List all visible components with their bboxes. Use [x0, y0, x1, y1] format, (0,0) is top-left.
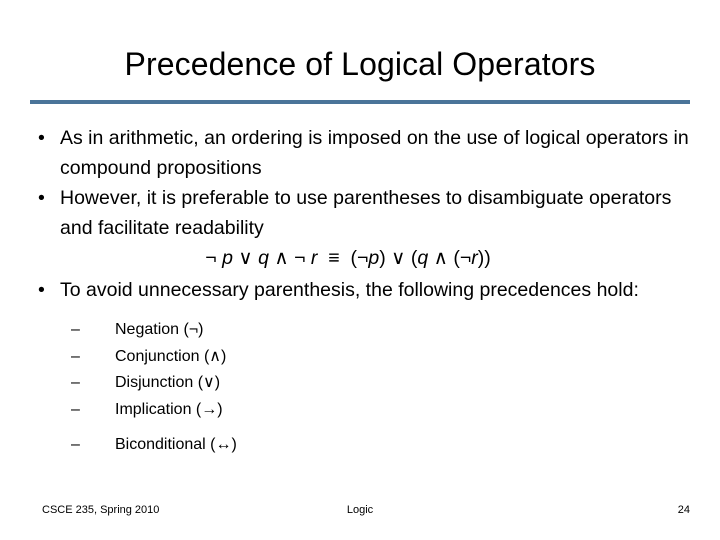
bullet-marker-icon: •	[38, 127, 45, 149]
main-bullet-list: • As in arithmetic, an ordering is impos…	[0, 123, 720, 243]
formula-negation-1: ¬	[205, 247, 217, 269]
title-divider	[30, 100, 690, 104]
list-item: – Implication (→)	[0, 397, 720, 424]
list-item: • To avoid unnecessary parenthesis, the …	[0, 275, 720, 305]
formula-disjunction-1: ∨	[238, 247, 253, 269]
formula-negation-3: ¬	[356, 247, 369, 269]
dash-marker-icon: –	[71, 436, 80, 453]
precedence-item-label: Implication (→)	[115, 400, 223, 418]
list-item: – Biconditional (↔)	[0, 432, 720, 459]
footer-topic-label: Logic	[346, 504, 374, 516]
dash-marker-icon: –	[71, 321, 80, 338]
bullet-marker-icon: •	[38, 279, 45, 301]
dash-marker-icon: –	[71, 374, 80, 391]
main-bullet-list-continued: • To avoid unnecessary parenthesis, the …	[0, 275, 720, 305]
bullet-text: As in arithmetic, an ordering is imposed…	[60, 127, 689, 179]
formula-conjunction-2: ∧	[433, 247, 448, 269]
precedence-item-label: Negation (¬)	[115, 321, 204, 338]
formula-var-p-2: p	[368, 247, 380, 269]
page-title: Precedence of Logical Operators	[124, 46, 596, 82]
slide: Precedence of Logical Operators • As in …	[0, 0, 720, 540]
precedence-list: – Negation (¬) – Conjunction (∧) – Disju…	[0, 317, 720, 459]
logic-formula: ¬ p ∨ q ∧ ¬ r ≡ (¬p) ∨ (q ∧ (¬r))	[0, 244, 720, 273]
formula-conjunction-1: ∧	[274, 247, 289, 269]
precedence-item-label: Disjunction (∨)	[115, 374, 221, 391]
slide-footer: CSCE 235, Spring 2010 Logic 24	[0, 500, 720, 520]
list-item: – Negation (¬)	[0, 317, 720, 344]
list-item: – Disjunction (∨)	[0, 370, 720, 397]
formula-var-q-2: q	[417, 247, 429, 269]
bullet-text: However, it is preferable to use parenth…	[60, 187, 672, 239]
slide-body: • As in arithmetic, an ordering is impos…	[0, 123, 720, 459]
slide-number: 24	[677, 504, 690, 516]
list-item: – Conjunction (∧)	[0, 344, 720, 371]
precedence-item-label: Conjunction (∧)	[115, 347, 227, 365]
formula-equivalence: ≡	[328, 247, 340, 269]
dash-marker-icon: –	[71, 347, 80, 365]
list-item: • As in arithmetic, an ordering is impos…	[0, 123, 720, 183]
bullet-text: To avoid unnecessary parenthesis, the fo…	[60, 279, 639, 301]
formula-negation-4: ¬	[459, 247, 472, 269]
formula-negation-2: ¬	[294, 247, 306, 269]
formula-rparen-3: )	[484, 247, 491, 269]
list-item: • However, it is preferable to use paren…	[0, 183, 720, 243]
formula-disjunction-2: ∨	[391, 247, 406, 269]
dash-marker-icon: –	[71, 400, 80, 418]
precedence-item-label: Biconditional (↔)	[115, 436, 237, 453]
formula-var-q-1: q	[258, 247, 269, 269]
bullet-marker-icon: •	[38, 187, 45, 209]
formula-var-p-1: p	[222, 247, 233, 269]
